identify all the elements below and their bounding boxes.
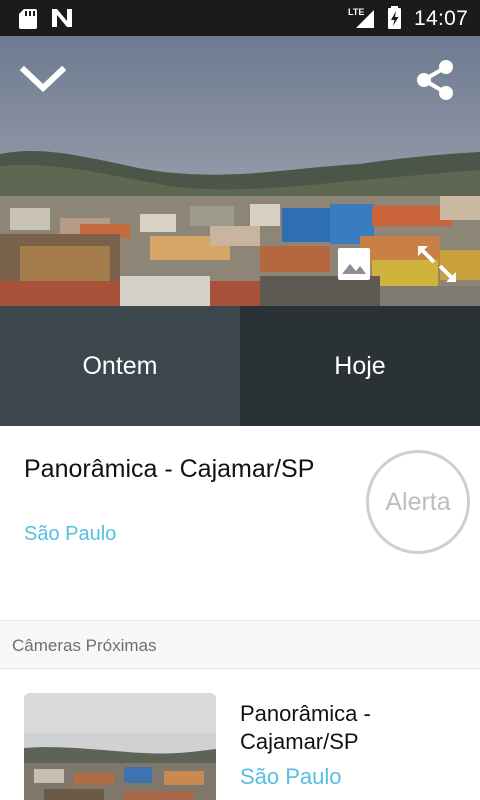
status-time: 14:07: [414, 7, 469, 30]
tab-ontem[interactable]: Ontem: [0, 306, 240, 426]
image-gallery-icon: [338, 248, 370, 280]
sd-card-icon: [19, 9, 37, 29]
section-header-label: Câmeras Próximas: [12, 636, 157, 655]
camera-image: [0, 36, 480, 306]
camera-city[interactable]: São Paulo: [24, 523, 116, 546]
nearby-camera-list: Panorâmica - Cajamar/SP São Paulo: [0, 669, 480, 800]
camera-preview[interactable]: [0, 36, 480, 306]
status-bar: LTE 14:07: [0, 0, 480, 36]
n-notification-icon: [52, 9, 72, 27]
tab-hoje[interactable]: Hoje: [240, 306, 480, 426]
camera-info: Panorâmica - Cajamar/SP São Paulo Alerta: [0, 426, 480, 620]
alert-button[interactable]: Alerta: [366, 450, 470, 554]
chevron-down-icon: [19, 65, 67, 93]
expand-icon: [418, 246, 456, 282]
camera-thumbnail: [24, 693, 216, 800]
back-button[interactable]: [19, 58, 67, 98]
list-item[interactable]: Panorâmica - Cajamar/SP São Paulo: [0, 669, 480, 800]
share-button[interactable]: [414, 58, 458, 102]
camera-title: Panorâmica - Cajamar/SP: [24, 455, 315, 483]
lte-signal-icon: LTE: [348, 7, 374, 28]
day-tabs: Ontem Hoje: [0, 306, 480, 426]
fullscreen-button[interactable]: [414, 242, 460, 286]
gallery-button[interactable]: [336, 246, 372, 282]
share-icon: [417, 60, 453, 100]
battery-charging-icon: [388, 6, 401, 29]
section-header-nearby: Câmeras Próximas: [0, 620, 480, 669]
nearby-camera-title: Panorâmica - Cajamar/SP: [240, 701, 371, 754]
svg-text:LTE: LTE: [348, 7, 364, 17]
nearby-camera-city: São Paulo: [240, 764, 342, 789]
